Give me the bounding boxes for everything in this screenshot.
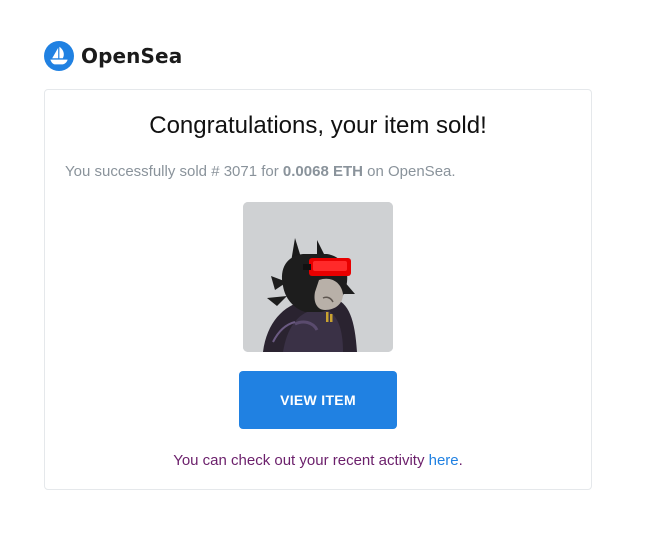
- brand-name: OpenSea: [81, 44, 183, 68]
- opensea-logo-icon: [44, 41, 74, 71]
- sale-notification-card: Congratulations, your item sold! You suc…: [44, 89, 592, 490]
- sale-amount: 0.0068 ETH: [282, 163, 363, 180]
- opensea-header: OpenSea: [44, 41, 182, 71]
- activity-prefix: You can check out your recent activity: [173, 452, 429, 469]
- sale-message: You successfully sold # 3071 for 0.0068 …: [65, 163, 456, 180]
- nft-image[interactable]: [243, 202, 393, 352]
- recent-activity-link[interactable]: here: [429, 452, 459, 469]
- sale-message-prefix: You successfully sold # 3071 for: [65, 163, 283, 180]
- activity-suffix: .: [458, 452, 463, 469]
- card-title: Congratulations, your item sold!: [149, 112, 487, 139]
- view-item-button[interactable]: VIEW ITEM: [239, 371, 397, 429]
- recent-activity-message: You can check out your recent activity h…: [45, 452, 591, 469]
- sale-message-suffix: on OpenSea.: [362, 163, 456, 180]
- nft-wolf-avatar: [243, 202, 393, 352]
- email-page: OpenSea Congratulations, your item sold!…: [0, 0, 657, 533]
